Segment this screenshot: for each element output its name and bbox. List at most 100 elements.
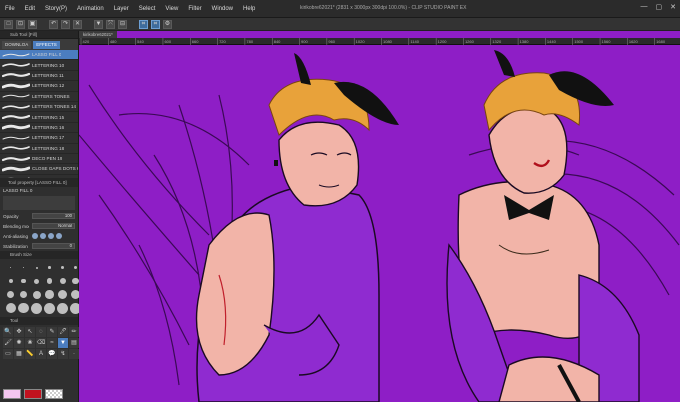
- stabilization-value[interactable]: 0: [32, 243, 75, 249]
- menu-item-layer[interactable]: Layer: [109, 6, 134, 12]
- sub-tool-item[interactable]: DECO PEN 19: [0, 154, 78, 165]
- sub-tool-item[interactable]: LETTERS TONES 14: [0, 102, 78, 113]
- sub-tool-item[interactable]: LETTERING 11: [0, 71, 78, 82]
- anti-aliasing-options[interactable]: [32, 233, 62, 239]
- move-icon[interactable]: ✥: [14, 327, 24, 337]
- transform-icon[interactable]: ⤧: [106, 19, 115, 29]
- sub-tool-item[interactable]: LETTERS TONES: [0, 92, 78, 102]
- brush-size-preset[interactable]: [57, 262, 68, 273]
- sub-tool-item[interactable]: LETTERING 15: [0, 112, 78, 123]
- brush-size-preset[interactable]: [5, 276, 16, 287]
- fill-icon[interactable]: ▼: [94, 19, 103, 29]
- menu-item-file[interactable]: File: [0, 6, 20, 12]
- sub-tool-item[interactable]: LETTERING 12: [0, 81, 78, 92]
- text-icon[interactable]: A: [36, 349, 46, 359]
- maximize-button[interactable]: ▢: [656, 3, 663, 11]
- deselect-icon[interactable]: ⊟: [118, 19, 127, 29]
- menu-item-window[interactable]: Window: [207, 6, 238, 12]
- snap-icon-2[interactable]: ⌗: [151, 19, 160, 29]
- brush-icon[interactable]: 🖌: [3, 338, 13, 348]
- document-tab[interactable]: kirikobre62021*: [79, 31, 117, 38]
- operation-icon[interactable]: ↖: [25, 327, 35, 337]
- clear-icon[interactable]: ✕: [73, 19, 82, 29]
- sub-tool-item[interactable]: LETTERING 10: [0, 60, 78, 71]
- undo-icon[interactable]: ↶: [49, 19, 58, 29]
- brush-size-preset[interactable]: [31, 262, 42, 273]
- ruler-icon[interactable]: 📏: [25, 349, 35, 359]
- frame-icon[interactable]: ▦: [14, 349, 24, 359]
- brush-size-dot-icon: [57, 302, 68, 314]
- pencil-icon[interactable]: ✏: [69, 327, 79, 337]
- menu-item-select[interactable]: Select: [134, 6, 161, 12]
- tab-effects[interactable]: EFFECTS: [33, 40, 60, 49]
- brush-size-preset[interactable]: [44, 302, 55, 314]
- transparent-color-swatch[interactable]: [45, 389, 63, 399]
- brush-size-preset[interactable]: [5, 289, 16, 300]
- pen-icon[interactable]: 🖊: [58, 327, 68, 337]
- menu-item-storyp[interactable]: Story(P): [40, 6, 72, 12]
- brush-size-preset[interactable]: [44, 289, 55, 300]
- lasso-icon[interactable]: ◌: [36, 327, 46, 337]
- eraser-icon[interactable]: ⌫: [36, 338, 46, 348]
- brush-size-preset[interactable]: [31, 289, 42, 300]
- sub-tool-item[interactable]: CLOSE GAPS DOTS 60: [0, 164, 78, 175]
- sub-tool-item[interactable]: LETTERING 17: [0, 133, 78, 144]
- canvas-area[interactable]: kirikobre62021* 420 480 540 600 660 720 780 840…: [79, 31, 680, 402]
- blending-mode-row[interactable]: Blending mode Normal: [0, 221, 78, 231]
- brush-size-preset[interactable]: [57, 302, 68, 314]
- brush-size-preset[interactable]: [18, 289, 29, 300]
- ruler-label: 1680: [656, 39, 666, 44]
- sub-tool-item[interactable]: LETTERING 18: [0, 144, 78, 154]
- tab-downloa[interactable]: DOWNLOA: [2, 40, 32, 49]
- opacity-row[interactable]: Opacity 100: [0, 211, 78, 221]
- figure-icon[interactable]: ▭: [3, 349, 13, 359]
- tool-property-name: LASSO FILL 0: [3, 188, 33, 193]
- menu-item-edit[interactable]: Edit: [20, 6, 40, 12]
- brush-size-preset[interactable]: [57, 276, 68, 287]
- open-icon[interactable]: ⊡: [16, 19, 25, 29]
- blending-mode-select[interactable]: Normal: [32, 223, 75, 229]
- minimize-button[interactable]: —: [641, 3, 648, 11]
- line-fix-icon[interactable]: ↯: [58, 349, 68, 359]
- eyedropper-icon[interactable]: ✎: [47, 327, 57, 337]
- brush-size-preset[interactable]: [44, 262, 55, 273]
- brush-size-preset[interactable]: [5, 262, 16, 273]
- stabilization-row[interactable]: Stabilization 0: [0, 241, 78, 251]
- brush-size-preset[interactable]: [57, 289, 68, 300]
- save-icon[interactable]: ▣: [28, 19, 37, 29]
- airbrush-icon[interactable]: ✺: [14, 338, 24, 348]
- opacity-value[interactable]: 100: [32, 213, 75, 219]
- brush-size-preset[interactable]: [5, 303, 16, 314]
- brush-size-preset[interactable]: [31, 302, 42, 314]
- brush-size-preset[interactable]: [18, 276, 29, 287]
- decoration-icon[interactable]: ❀: [25, 338, 35, 348]
- snap-icon[interactable]: ⌗: [139, 19, 148, 29]
- new-icon[interactable]: □: [4, 19, 13, 29]
- menu-item-filter[interactable]: Filter: [183, 6, 206, 12]
- brush-size-preset[interactable]: [18, 302, 29, 314]
- brush-size-preset[interactable]: [18, 262, 29, 273]
- close-button[interactable]: ✕: [670, 3, 676, 11]
- brush-size-preset[interactable]: [31, 276, 42, 287]
- zoom-icon[interactable]: 🔍: [3, 327, 13, 337]
- artwork-canvas[interactable]: [79, 45, 680, 402]
- menu-item-view[interactable]: View: [160, 6, 183, 12]
- sub-tool-item[interactable]: LETTERING 16: [0, 123, 78, 134]
- blank-icon[interactable]: ·: [69, 349, 79, 359]
- fill-icon[interactable]: ▼: [58, 338, 68, 348]
- sub-tool-item[interactable]: LASSO FILL 0: [0, 50, 78, 61]
- settings-icon[interactable]: ⚙: [163, 19, 172, 29]
- redo-icon[interactable]: ↷: [61, 19, 70, 29]
- brush-size-dot-icon: [59, 278, 66, 284]
- balloon-icon[interactable]: 💬: [47, 349, 57, 359]
- brush-size-preset[interactable]: [44, 276, 55, 287]
- brush-size-dot-icon: [46, 278, 53, 284]
- menu-item-animation[interactable]: Animation: [72, 6, 109, 12]
- sub-color-swatch[interactable]: [24, 389, 42, 399]
- blend-icon[interactable]: ≈: [47, 338, 57, 348]
- main-color-swatch[interactable]: [3, 389, 21, 399]
- sub-tool-item-label: LETTERING 15: [32, 114, 65, 120]
- gradient-icon[interactable]: ▤: [69, 338, 79, 348]
- menu-item-help[interactable]: Help: [238, 6, 260, 12]
- anti-aliasing-row[interactable]: Anti-aliasing: [0, 231, 78, 241]
